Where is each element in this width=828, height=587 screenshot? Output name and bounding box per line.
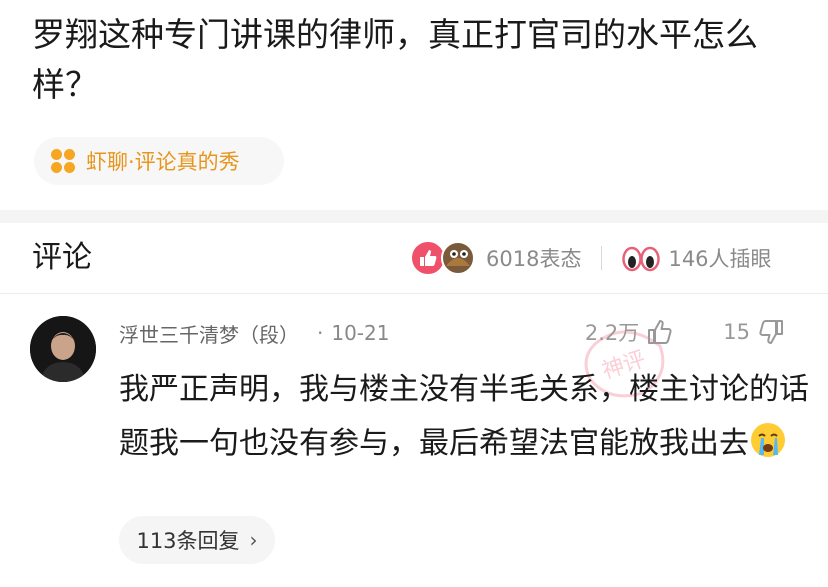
comment-date: 10-21 [331,321,390,345]
replies-count: 113条回复 [136,529,240,553]
dislike-count: 15 [723,320,750,344]
section-divider [0,210,828,223]
comment-body: 我严正声明，我与楼主没有半毛关系，楼主讨论的话题我一句也没有参与，最后希望法官能… [119,372,809,461]
divider [0,293,828,294]
watching-count[interactable]: 146人插眼 [668,243,771,273]
like-count: 2.2万 [584,321,640,345]
reactions-count[interactable]: 6018表态 [486,243,581,273]
comment-meta: 浮世三千清梦（段） · 10-21 [119,317,389,349]
chevron-right-icon: › [249,528,258,552]
thumbs-down-icon[interactable] [756,317,786,347]
emoji-reaction-icon[interactable] [440,240,476,276]
comment-text: 我严正声明，我与楼主没有半毛关系，楼主讨论的话题我一句也没有参与，最后希望法官能… [119,363,809,471]
comments-title: 评论 [32,240,92,275]
separator [601,246,603,270]
view-replies-button[interactable]: 113条回复 › [119,516,275,564]
topic-tag-label: 虾聊·评论真的秀 [86,150,240,174]
thumbs-up-icon[interactable] [645,317,675,347]
question-title: 罗翔这种专门讲课的律师，真正打官司的水平怎么样？ [32,15,758,104]
crying-face-icon [751,423,785,457]
avatar[interactable] [30,316,96,382]
comment-actions: 2.2万 15 [585,314,786,350]
four-dots-icon [50,148,76,174]
eyes-icon[interactable] [622,244,661,272]
topic-tag[interactable]: 虾聊·评论真的秀 [34,137,284,185]
reactions-bar: 6018表态 146人插眼 [410,236,772,280]
username[interactable]: 浮世三千清梦（段） [119,319,299,348]
meta-separator: · [317,321,324,345]
